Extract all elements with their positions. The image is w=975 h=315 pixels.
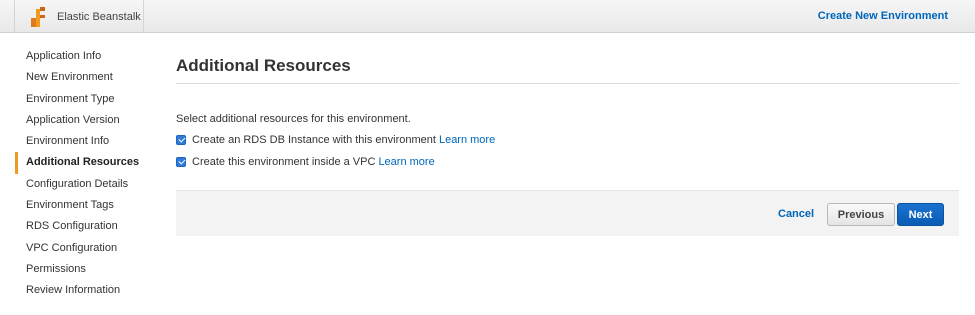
nav-step-environment-info[interactable]: Environment Info [15, 131, 155, 152]
nav-step-permissions[interactable]: Permissions [15, 259, 155, 280]
nav-step-vpc-configuration[interactable]: VPC Configuration [15, 238, 155, 259]
nav-step-review-information[interactable]: Review Information [15, 280, 155, 301]
wizard-footer: Cancel Previous Next [176, 190, 959, 236]
next-button[interactable]: Next [897, 203, 944, 226]
top-bar: Elastic Beanstalk Create New Environment [0, 0, 975, 33]
main-content: Additional Resources Select additional r… [176, 56, 959, 169]
service-name: Elastic Beanstalk [57, 10, 141, 23]
vpc-option-label: Create this environment inside a VPC [192, 155, 376, 168]
intro-text: Select additional resources for this env… [176, 113, 411, 125]
nav-step-environment-type[interactable]: Environment Type [15, 89, 155, 110]
nav-step-application-version[interactable]: Application Version [15, 110, 155, 131]
service-home[interactable]: Elastic Beanstalk [14, 0, 144, 33]
nav-step-additional-resources[interactable]: Additional Resources [15, 152, 155, 174]
rds-option-row: Create an RDS DB Instance with this envi… [176, 132, 959, 147]
nav-step-environment-tags[interactable]: Environment Tags [15, 195, 155, 216]
vpc-checkbox[interactable] [176, 156, 186, 167]
rds-checkbox[interactable] [176, 134, 186, 145]
page-title: Additional Resources [176, 56, 959, 84]
cancel-button[interactable]: Cancel [778, 208, 814, 220]
vpc-option-row: Create this environment inside a VPC Lea… [176, 154, 959, 169]
nav-step-configuration-details[interactable]: Configuration Details [15, 174, 155, 195]
nav-step-rds-configuration[interactable]: RDS Configuration [15, 216, 155, 237]
vpc-learn-more-link[interactable]: Learn more [378, 156, 434, 168]
previous-button[interactable]: Previous [827, 203, 895, 226]
nav-step-application-info[interactable]: Application Info [15, 46, 155, 67]
create-new-environment-link[interactable]: Create New Environment [818, 10, 948, 22]
rds-option-label: Create an RDS DB Instance with this envi… [192, 133, 436, 146]
nav-step-new-environment[interactable]: New Environment [15, 67, 155, 88]
elastic-beanstalk-icon [31, 6, 45, 27]
rds-learn-more-link[interactable]: Learn more [439, 134, 495, 146]
wizard-steps-nav: Application Info New Environment Environ… [15, 46, 155, 302]
